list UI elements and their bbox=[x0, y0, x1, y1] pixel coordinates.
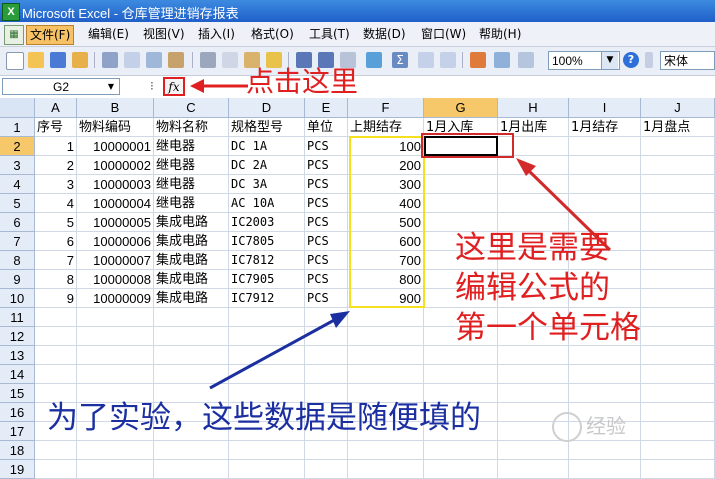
annotation-line: 第一个单元格 bbox=[455, 310, 641, 346]
annotation-random-data: 为了实验，这些数据是随便填的 bbox=[47, 400, 481, 436]
watermark-text: 经验 bbox=[586, 414, 626, 438]
annotation-line: 编辑公式的 bbox=[455, 270, 610, 306]
annotation-first-cell: 这里是需要 编辑公式的 第一个单元格 bbox=[455, 228, 641, 348]
blue-arrow-icon bbox=[209, 311, 350, 390]
watermark-logo-icon bbox=[552, 412, 582, 442]
annotation-line: 这里是需要 bbox=[455, 230, 610, 266]
